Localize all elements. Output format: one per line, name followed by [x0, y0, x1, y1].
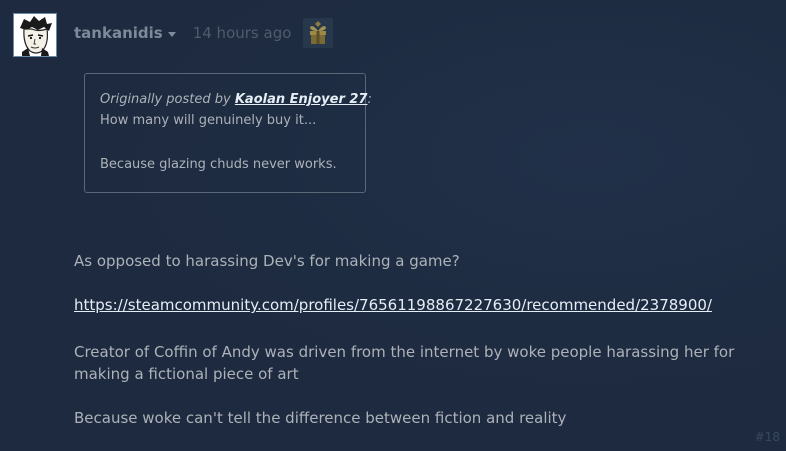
post-paragraph-3: Because woke can't tell the difference b…	[74, 409, 567, 427]
quote-line-1: How many will genuinely buy it...	[100, 113, 317, 128]
quote-line-2: Because glazing chuds never works.	[100, 157, 337, 172]
award-badge-graphic	[310, 21, 326, 44]
profile-link[interactable]: https://steamcommunity.com/profiles/7656…	[74, 296, 712, 314]
post-timestamp: 14 hours ago	[192, 24, 292, 42]
quote-suffix: :	[367, 92, 372, 107]
quote-prefix: Originally posted by	[100, 92, 235, 107]
award-badge-icon[interactable]	[303, 18, 333, 48]
post-paragraph-1: As opposed to harassing Dev's for making…	[74, 252, 460, 270]
post-header: tankanidis 14 hours ago	[74, 22, 291, 44]
user-avatar-icon	[14, 14, 56, 56]
post-link-row: https://steamcommunity.com/profiles/7656…	[74, 294, 764, 316]
forum-post: tankanidis 14 hours ago Originally poste…	[0, 0, 786, 451]
chevron-down-icon[interactable]	[167, 31, 176, 37]
quote-block: Originally posted by Kaolan Enjoyer 27: …	[84, 73, 372, 193]
author-name[interactable]: tankanidis	[74, 24, 163, 42]
post-number[interactable]: #18	[755, 430, 780, 444]
quote-author-link[interactable]: Kaolan Enjoyer 27	[235, 92, 368, 107]
avatar[interactable]	[13, 13, 57, 57]
post-paragraph-2: Creator of Coffin of Andy was driven fro…	[74, 343, 735, 383]
quote-attribution: Originally posted by Kaolan Enjoyer 27:	[100, 90, 372, 110]
